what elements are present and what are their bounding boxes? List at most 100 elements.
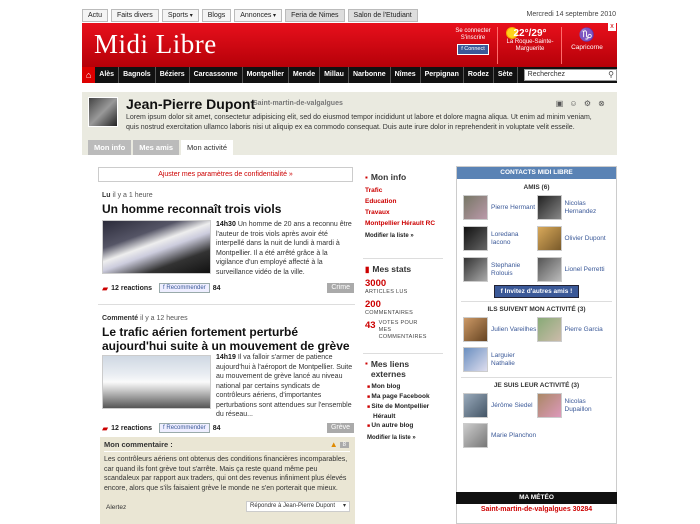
article-hour: 14h19 [216,354,236,361]
topnav-actu[interactable]: Actu [82,9,109,22]
topnav-feria[interactable]: Feria de Nimes [285,9,345,22]
city-rodez[interactable]: Rodez [464,67,494,83]
friend-item[interactable]: Pierre Hermant [463,195,537,220]
tab-mon-activite[interactable]: Mon activité [181,140,234,155]
invite-friends-button[interactable]: f Invitez d'autres amis ! [493,285,580,298]
close-icon[interactable]: ⊗ [596,98,607,109]
city-navigation: ⌂ Alès Bagnols Béziers Carcassonne Montp… [82,67,617,83]
tab-mes-amis[interactable]: Mes amis [133,140,180,155]
site-logo[interactable]: Midi Libre [94,29,217,60]
city-bagnols[interactable]: Bagnols [119,67,156,83]
info-link[interactable]: Education [365,196,445,207]
avatar [88,97,118,127]
city-beziers[interactable]: Béziers [156,67,190,83]
recommend-label: Recommender [166,425,206,431]
follower-item[interactable]: Pierre Garcia [536,317,611,342]
recommend-button[interactable]: f Recommender [159,283,210,293]
reply-select[interactable]: Répondre à Jean-Pierre Dupont ▾ [246,501,350,512]
info-link[interactable]: Montpellier Hérault RC [365,218,445,229]
info-link[interactable]: Trafic [365,185,445,196]
topnav-faits-divers[interactable]: Faits divers [111,9,159,22]
gear-icon[interactable]: ⚙ [582,98,593,109]
follower-item[interactable]: Larguier Nathalie [463,347,537,372]
city-carcassonne[interactable]: Carcassonne [190,67,243,83]
stats-icon: ▮ [365,264,370,274]
following-item[interactable]: Jérôme Siedel [463,393,537,418]
profile-location: Saint-martin-de-valgalgues [253,100,343,107]
city-mende[interactable]: Mende [289,67,321,83]
avatar [463,317,488,342]
comment-likes[interactable]: ▲ 8 [330,440,349,449]
external-link[interactable]: Site de Montpellier Hérault [367,402,445,421]
horoscope-sign: Capricorne [571,44,603,51]
city-montpellier[interactable]: Montpellier [243,67,289,83]
pin-icon: ▪ [365,172,368,182]
city-sete[interactable]: Sète [494,67,518,83]
divider [104,451,350,452]
search-input[interactable]: Recherchez ⚲ [523,69,617,81]
weather-widget[interactable]: 22°/29° La Roque-Sainte-Marguerite [500,28,560,53]
article-text: Un homme de 20 ans a reconnu être l'aute… [216,221,352,276]
article-image[interactable] [102,355,211,409]
category-tag[interactable]: Grève [326,423,354,433]
article-title[interactable]: Un homme reconnaît trois viols [102,202,352,216]
info-link[interactable]: Travaux [365,207,445,218]
reactions-link[interactable]: 12 reactions [111,285,152,292]
topnav-salon[interactable]: Salon de l'Etudiant [347,9,418,22]
city-nimes[interactable]: Nîmes [391,67,421,83]
avatar [463,226,488,251]
topnav-blogs[interactable]: Blogs [201,9,232,22]
city-millau[interactable]: Millau [320,67,349,83]
horoscope-widget[interactable]: ♑ Capricorne [562,28,612,52]
close-icon[interactable]: x [608,23,616,31]
external-link[interactable]: Mon blog [367,382,445,392]
modify-list-link[interactable]: Modifier la liste » [367,433,445,443]
section-title-text: Mes liens externes [370,359,410,379]
thumbs-up-icon: ▲ [329,440,338,449]
stat-label: VOTES POUR MES COMMENTAIRES [378,320,427,340]
user-card-icon[interactable]: ▣ [554,98,565,109]
facebook-connect-button[interactable]: f Connect [457,44,489,55]
friend-item[interactable]: Loredana Iacono [463,226,537,251]
following-item[interactable]: Marie Planchon [463,423,537,448]
search-placeholder: Recherchez [527,71,566,78]
recommend-button[interactable]: f Recommender [159,423,210,433]
category-tag[interactable]: Crime [327,283,354,293]
article-title[interactable]: Le trafic aérien fortement perturbé aujo… [102,325,352,353]
friend-item[interactable]: Stephanie Rolouis [463,257,537,282]
reactions-link[interactable]: 12 reactions [111,425,152,432]
my-stats-section: ▮ Mes stats 3000 ARTICLES LUS 200 COMMENT… [365,264,445,341]
friend-name: Pierre Hermant [491,203,536,211]
friend-item[interactable]: Nicolas Hernandez [536,195,611,220]
avatar [536,226,562,251]
topnav-sports[interactable]: Sports [161,9,199,22]
friend-item[interactable]: Olivier Dupont [536,226,611,251]
login-link[interactable]: Se connecter [452,28,494,35]
avatar [536,317,562,342]
follower-item[interactable]: Julien Vareilhes [463,317,537,342]
following-item[interactable]: Nicolas Dupaillon [536,393,611,418]
signup-link[interactable]: S'inscrire [452,35,494,42]
modify-list-link[interactable]: Modifier la liste » [365,231,445,241]
divider [461,301,612,302]
tab-mon-info[interactable]: Mon info [88,140,132,155]
person-icon[interactable]: ☺ [568,98,579,109]
privacy-settings-link[interactable]: Ajuster mes paramètres de confidentialit… [98,167,353,182]
article-summary: 14h19 Il va falloir s'armer de patience … [216,353,355,420]
external-link[interactable]: Ma page Facebook [367,392,445,402]
report-link[interactable]: Alertez [106,504,126,511]
search-icon[interactable]: ⚲ [608,70,614,80]
divider [363,353,443,354]
profile-panel: Jean-Pierre Dupont Saint-martin-de-valga… [82,92,617,155]
meteo-city[interactable]: Saint-martin-de-valgalgues 30284 [456,506,617,513]
city-ales[interactable]: Alès [95,67,120,83]
city-narbonne[interactable]: Narbonne [349,67,391,83]
home-icon[interactable]: ⌂ [82,67,96,83]
external-link[interactable]: Un autre blog [367,421,445,431]
friend-item[interactable]: Lionel Perretti [536,257,611,282]
top-navigation: Actu Faits divers Sports Blogs Annonces … [82,9,418,22]
city-perpignan[interactable]: Perpignan [421,67,464,83]
topnav-annonces[interactable]: Annonces [234,9,283,22]
article-image[interactable] [102,220,211,274]
invite-label: Invitez d'autres amis ! [504,288,573,295]
